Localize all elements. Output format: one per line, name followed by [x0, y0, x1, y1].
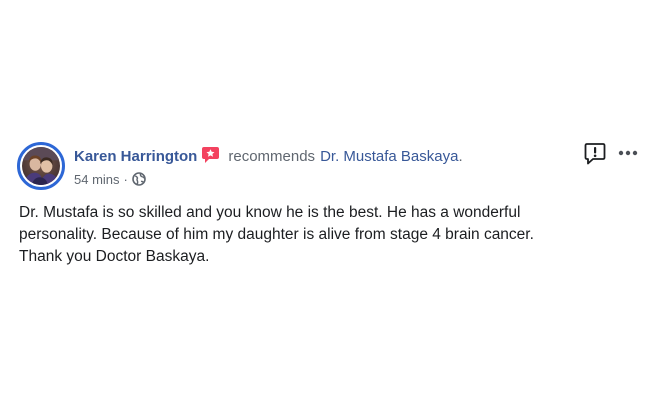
- post-body: Dr. Mustafa is so skilled and you know h…: [19, 202, 629, 268]
- globe-icon[interactable]: [132, 172, 146, 186]
- header-period: .: [458, 147, 463, 165]
- post-meta: 54 mins ·: [74, 170, 146, 188]
- avatar-photo: [22, 147, 60, 185]
- recommended-page-link[interactable]: Dr. Mustafa Baskaya: [320, 148, 458, 165]
- recommendation-post: Karen Harrington recommends Dr. Mustafa …: [0, 0, 652, 408]
- post-body-line: Thank you Doctor Baskaya.: [19, 248, 210, 265]
- post-body-line: Dr. Mustafa is so skilled and you know h…: [19, 204, 521, 221]
- post-header: Karen Harrington recommends Dr. Mustafa …: [74, 146, 463, 166]
- timestamp-link[interactable]: 54 mins: [74, 172, 120, 187]
- more-options-icon[interactable]: [616, 144, 640, 162]
- avatar[interactable]: [17, 142, 65, 190]
- meta-separator: ·: [123, 171, 128, 187]
- post-body-line: personality. Because of him my daughter …: [19, 226, 534, 243]
- report-exclamation-icon[interactable]: [584, 142, 606, 166]
- recommends-text: recommends: [228, 147, 316, 165]
- author-name-link[interactable]: Karen Harrington: [74, 148, 197, 165]
- star-badge-icon[interactable]: [201, 146, 220, 164]
